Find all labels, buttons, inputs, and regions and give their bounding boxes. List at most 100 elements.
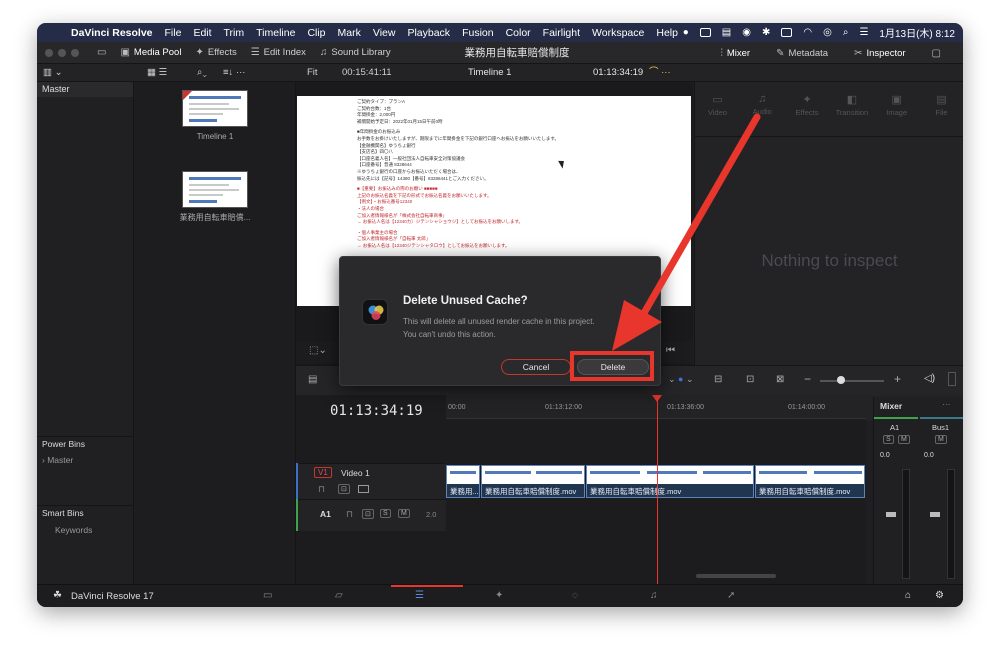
menu-workspace[interactable]: Workspace [592, 27, 644, 39]
cut-page-icon[interactable]: ▱ [335, 590, 343, 601]
solo-button[interactable]: S [883, 435, 894, 444]
control-center-icon[interactable]: ☰ [859, 27, 868, 38]
fusion-page-icon[interactable]: ✦ [495, 590, 503, 601]
deliver-page-icon[interactable]: ➚ [727, 590, 735, 601]
clip-thumbnail-video[interactable] [182, 171, 248, 208]
next-frame-icon[interactable]: ⏮ [666, 345, 675, 356]
screen-icon[interactable] [699, 28, 711, 37]
mute-button[interactable]: M [398, 509, 410, 518]
tab-video[interactable]: ▭ Video [695, 93, 740, 125]
mute-button[interactable]: M [935, 435, 947, 444]
grid-view-icon[interactable]: ▦ ☰ [147, 64, 167, 82]
playhead-handle[interactable] [652, 395, 662, 402]
media-page-icon[interactable]: ▭ [263, 590, 272, 601]
timeline-select[interactable]: Timeline 1 [468, 64, 511, 82]
home-icon[interactable]: ⌂ [905, 590, 911, 601]
clip-thumbnail-timeline[interactable] [182, 90, 248, 127]
monitor-icon[interactable]: ▭ [97, 47, 106, 58]
edit-index-button[interactable]: ☰ Edit Index [251, 47, 306, 58]
menu-color[interactable]: Color [506, 27, 531, 39]
menu-fusion[interactable]: Fusion [462, 27, 494, 39]
cancel-button[interactable]: Cancel [501, 359, 571, 375]
marker-select[interactable]: ⌄ ● ⌄ [668, 374, 694, 385]
volume-fader[interactable] [930, 512, 940, 517]
menu-view[interactable]: View [373, 27, 396, 39]
menu-edit[interactable]: Edit [193, 27, 211, 39]
color-page-icon[interactable]: ◌ [572, 590, 578, 601]
tab-file[interactable]: ▤ File [919, 93, 963, 125]
zoom-full-icon[interactable]: ⊟ [714, 374, 722, 385]
audio-track-name[interactable]: A1 [320, 509, 331, 519]
zoom-slider-handle[interactable] [837, 376, 845, 384]
crop-icon[interactable]: ⬚⌄ [309, 345, 327, 356]
inspector-button[interactable]: ✂ Inspector [854, 48, 905, 59]
menu-playback[interactable]: Playback [407, 27, 450, 39]
audio-meter-toggle[interactable] [948, 372, 956, 386]
sort-icon[interactable]: ≡↓ ··· [223, 64, 245, 82]
track-badge-v1[interactable]: V1 [314, 467, 332, 478]
timeline-clip[interactable]: 業務用自転車賠償制度.mov [481, 465, 585, 498]
menu-timeline[interactable]: Timeline [256, 27, 295, 39]
more-icon[interactable]: ··· [942, 399, 951, 409]
wand-icon[interactable]: ⌒ ··· [649, 64, 671, 82]
tab-transition[interactable]: ◧ Transition [829, 93, 874, 125]
media-pool-button[interactable]: ▣ Media Pool [120, 47, 181, 58]
timeline-view-icon[interactable]: ▤ [308, 374, 317, 385]
spotlight-icon[interactable]: ⌕ [843, 27, 849, 38]
power-bin-master[interactable]: › Master [37, 455, 134, 465]
bluetooth-icon[interactable]: ✱ [762, 27, 770, 38]
user-icon[interactable]: ◎ [823, 27, 832, 38]
volume-fader[interactable] [886, 512, 896, 517]
play-circle-icon[interactable]: ◉ [742, 27, 751, 38]
zoom-select[interactable]: Fit [307, 64, 318, 82]
mute-button[interactable]: M [898, 435, 910, 444]
timeline-clip[interactable]: 業務用自転車賠償制度.mov [755, 465, 865, 498]
track-visibility-icon[interactable] [358, 485, 369, 493]
menu-app[interactable]: DaVinci Resolve [71, 27, 153, 39]
zoom-detail-icon[interactable]: ⊡ [746, 374, 754, 385]
menu-mark[interactable]: Mark [338, 27, 361, 39]
edit-page-icon[interactable]: ☰ [415, 590, 424, 601]
settings-icon[interactable]: ⚙ [935, 590, 944, 601]
speaker-icon[interactable]: ◁) [924, 373, 935, 384]
solo-button[interactable]: S [380, 509, 391, 518]
zoom-slider[interactable] [820, 380, 884, 382]
menu-clip[interactable]: Clip [307, 27, 325, 39]
zoom-custom-icon[interactable]: ⊠ [776, 374, 784, 385]
clock[interactable]: 1月13日(木) 8:12 [879, 25, 955, 40]
search-icon[interactable]: ⌕⌄ [197, 64, 207, 82]
zoom-icon[interactable] [71, 48, 79, 57]
metadata-button[interactable]: ✎ Metadata [776, 48, 828, 59]
close-icon[interactable] [45, 48, 53, 57]
smart-bin-keywords[interactable]: Keywords [37, 525, 134, 535]
auto-select-icon[interactable]: ⊡ [338, 484, 350, 494]
expand-icon[interactable]: ▢ [932, 48, 941, 59]
battery-icon[interactable] [781, 28, 793, 37]
clipboard-icon[interactable]: ▤ [722, 27, 731, 38]
tab-effects[interactable]: ✦ Effects [785, 93, 830, 125]
bin-master[interactable]: Master [37, 82, 133, 97]
timeline-clip[interactable]: 業務用... [446, 465, 480, 498]
timeline-clip[interactable]: 業務用自転車賠償制度.mov [586, 465, 754, 498]
playhead[interactable] [657, 397, 658, 584]
sound-library-button[interactable]: ♫ Sound Library [320, 47, 391, 58]
tab-image[interactable]: ▣ Image [874, 93, 919, 125]
menu-trim[interactable]: Trim [224, 27, 245, 39]
tab-audio[interactable]: ♫ Audio [740, 93, 785, 125]
lock-icon[interactable]: ⊓ [318, 484, 325, 495]
auto-select-icon[interactable]: ⊡ [362, 509, 374, 519]
menu-fairlight[interactable]: Fairlight [543, 27, 580, 39]
record-icon[interactable]: ● [683, 27, 689, 38]
zoom-in-icon[interactable]: + [894, 372, 901, 386]
mixer-button[interactable]: ⫶ Mixer [720, 48, 750, 59]
panel-toggle-icon[interactable]: ▥ ⌄ [43, 64, 63, 82]
lock-icon[interactable]: ⊓ [346, 509, 353, 520]
menu-file[interactable]: File [165, 27, 182, 39]
timeline-scrollbar[interactable] [696, 574, 776, 578]
zoom-out-icon[interactable]: − [804, 372, 811, 386]
effects-button[interactable]: ✦ Effects [195, 47, 236, 58]
fairlight-page-icon[interactable]: ♫ [650, 590, 658, 601]
wifi-icon[interactable]: ◠ [803, 27, 812, 38]
menu-help[interactable]: Help [656, 27, 678, 39]
minimize-icon[interactable] [58, 48, 66, 57]
